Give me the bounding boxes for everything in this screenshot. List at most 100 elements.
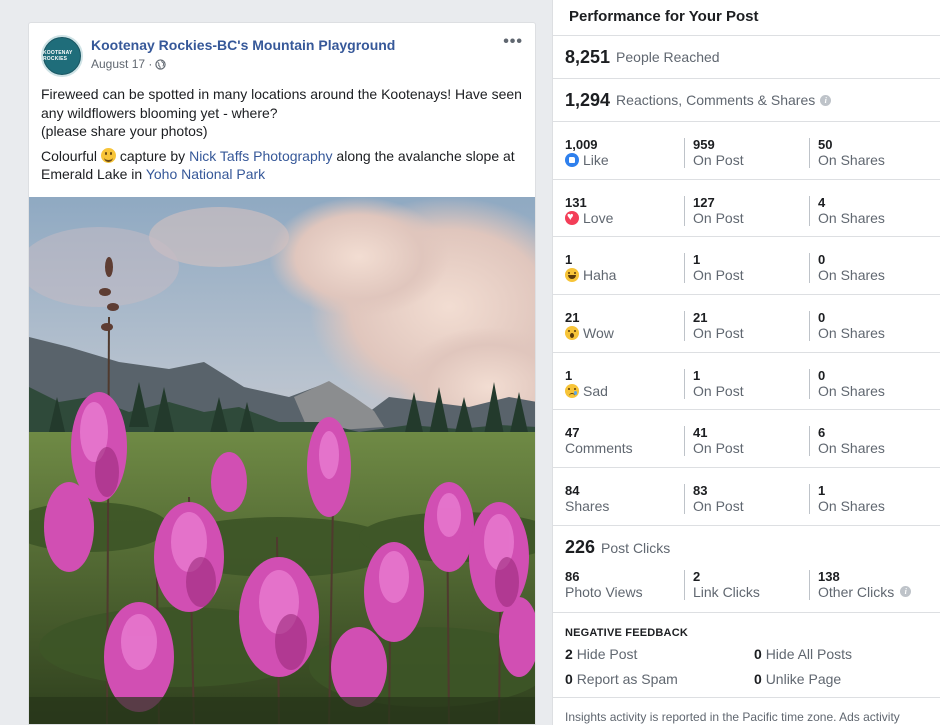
page-name-link[interactable]: Kootenay Rockies-BC's Mountain Playgroun… xyxy=(91,37,395,53)
on-shares-label: On Shares xyxy=(818,267,885,284)
wow-on-post: 21 xyxy=(693,310,708,326)
sad-on-shares: 0 xyxy=(818,367,826,383)
fireweed-landscape-image xyxy=(29,197,535,724)
like-total: 1,009 xyxy=(565,137,598,152)
on-shares-label: On Shares xyxy=(818,440,885,457)
people-reached-row: 8,251 People Reached xyxy=(553,36,940,79)
post-photo[interactable] xyxy=(29,197,535,724)
comments-row: 47 Comments 41 On Post 6 On Shares xyxy=(553,410,940,469)
post-date[interactable]: August 17 · xyxy=(91,57,152,71)
post-card: KOOTENAY ROCKIES Kootenay Rockies-BC's M… xyxy=(28,22,536,725)
reaction-row-haha: 1 Haha 1 On Post 0 On Shares xyxy=(553,237,940,296)
more-options-icon[interactable]: ••• xyxy=(503,33,523,51)
wow-label: Wow xyxy=(583,325,614,342)
love-total: 131 xyxy=(565,194,587,210)
info-icon[interactable]: i xyxy=(900,586,912,598)
smile-emoji-icon xyxy=(100,147,116,163)
globe-icon xyxy=(155,58,167,70)
comments-on-shares: 6 xyxy=(818,425,826,441)
sad-on-post: 1 xyxy=(693,367,701,383)
reaction-row-love: 131 Love 127 On Post 4 On Shares xyxy=(553,180,940,238)
hide-all-posts-stat: 0 Hide All Posts xyxy=(754,645,853,662)
comments-label: Comments xyxy=(565,440,633,457)
shares-on-post: 83 xyxy=(693,483,708,499)
insights-panel: Performance for Your Post 8,251 People R… xyxy=(552,0,940,725)
unlike-page-stat: 0 Unlike Page xyxy=(754,670,842,687)
park-link[interactable]: Yoho National Park xyxy=(146,166,265,182)
reaction-row-sad: 1 Sad 1 On Post 0 On Shares xyxy=(553,353,940,411)
link-clicks-value: 2 xyxy=(693,568,701,584)
sad-icon xyxy=(565,383,579,398)
on-shares-label: On Shares xyxy=(818,382,885,399)
love-icon xyxy=(565,210,579,225)
post-meta: August 17 · xyxy=(91,57,167,71)
report-spam-stat: 0 Report as Spam xyxy=(565,670,678,687)
sad-total: 1 xyxy=(565,367,573,383)
engagement-label: Reactions, Comments & Shares xyxy=(616,92,816,108)
post-text: Fireweed can be spotted in many location… xyxy=(29,81,535,184)
sad-label: Sad xyxy=(583,382,608,399)
on-shares-label: On Shares xyxy=(818,498,885,515)
haha-icon xyxy=(565,268,579,283)
shares-row: 84 Shares 83 On Post 1 On Shares xyxy=(553,468,940,526)
on-post-label: On Post xyxy=(693,498,744,515)
post-clicks-row: 226 Post Clicks xyxy=(553,526,940,570)
info-icon[interactable]: i xyxy=(820,94,832,106)
haha-label: Haha xyxy=(583,267,617,284)
avatar-logo-text: KOOTENAY ROCKIES xyxy=(43,50,73,62)
photographer-link[interactable]: Nick Taffs Photography xyxy=(189,148,332,164)
post-caption: Colourful capture by Nick Taffs Photogra… xyxy=(41,147,515,182)
like-on-post: 959 xyxy=(693,137,715,152)
love-label: Love xyxy=(583,209,614,226)
post-text-line1: Fireweed can be spotted in many location… xyxy=(41,86,522,121)
negative-feedback-section: NEGATIVE FEEDBACK 2 Hide Post 0 Hide All… xyxy=(553,613,940,698)
page-avatar[interactable]: KOOTENAY ROCKIES xyxy=(41,35,83,77)
negative-feedback-title: NEGATIVE FEEDBACK xyxy=(565,626,688,639)
on-post-label: On Post xyxy=(693,209,744,226)
post-text-line2: (please share your photos) xyxy=(41,123,208,139)
shares-on-shares: 1 xyxy=(818,483,826,499)
on-post-label: On Post xyxy=(693,440,744,457)
timezone-note: Insights activity is reported in the Pac… xyxy=(565,709,900,724)
engagement-value: 1,294 xyxy=(565,89,611,110)
on-shares-label: On Shares xyxy=(818,152,885,168)
like-on-shares: 50 xyxy=(818,137,833,152)
comments-total: 47 xyxy=(565,425,580,441)
shares-total: 84 xyxy=(565,483,580,499)
post-header: KOOTENAY ROCKIES Kootenay Rockies-BC's M… xyxy=(29,23,535,81)
reaction-row-like: 1,009 Like 959 On Post 50 On Shares xyxy=(553,122,940,180)
on-post-label: On Post xyxy=(693,325,744,342)
other-clicks-label: Other Clicks xyxy=(818,583,895,600)
haha-on-shares: 0 xyxy=(818,252,826,268)
clicks-breakdown-row: 86 Photo Views 2 Link Clicks 138 Other C… xyxy=(553,568,940,613)
photo-views-value: 86 xyxy=(565,568,580,584)
people-reached-label: People Reached xyxy=(616,49,720,65)
photo-views-label: Photo Views xyxy=(565,583,643,600)
comments-on-post: 41 xyxy=(693,425,708,441)
on-shares-label: On Shares xyxy=(818,325,885,342)
link-clicks-label: Link Clicks xyxy=(693,583,760,600)
insights-title: Performance for Your Post xyxy=(553,0,940,36)
on-post-label: On Post xyxy=(693,152,744,168)
like-label: Like xyxy=(583,152,609,168)
wow-on-shares: 0 xyxy=(818,310,826,326)
wow-icon xyxy=(565,326,579,341)
haha-on-post: 1 xyxy=(693,252,701,268)
haha-total: 1 xyxy=(565,252,573,268)
hide-post-stat: 2 Hide Post xyxy=(565,645,638,662)
people-reached-value: 8,251 xyxy=(565,46,611,67)
shares-label: Shares xyxy=(565,498,610,515)
post-clicks-value: 226 xyxy=(565,537,596,558)
post-clicks-label: Post Clicks xyxy=(601,539,671,556)
reaction-row-wow: 21 Wow 21 On Post 0 On Shares xyxy=(553,295,940,353)
on-post-label: On Post xyxy=(693,267,744,284)
on-post-label: On Post xyxy=(693,382,744,399)
love-on-shares: 4 xyxy=(818,194,826,210)
wow-total: 21 xyxy=(565,310,580,326)
love-on-post: 127 xyxy=(693,194,715,210)
divider xyxy=(553,688,940,698)
on-shares-label: On Shares xyxy=(818,209,885,226)
engagement-row: 1,294 Reactions, Comments & Shares i xyxy=(553,79,940,122)
other-clicks-value: 138 xyxy=(818,568,840,584)
like-icon xyxy=(565,153,579,167)
